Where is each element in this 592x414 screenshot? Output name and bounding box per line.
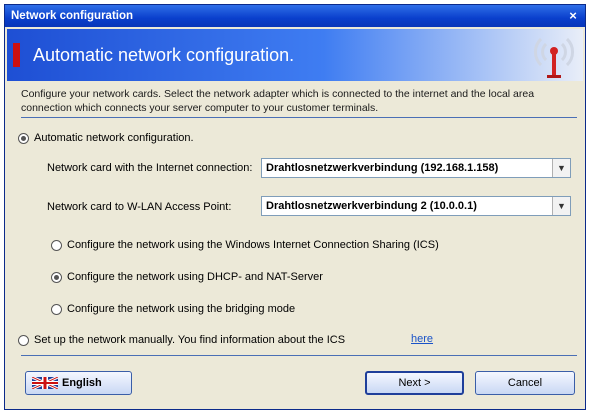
next-button[interactable]: Next > [365,371,464,395]
method-bridging-radio[interactable] [51,304,62,315]
description-text: Configure your network cards. Select the… [21,88,535,114]
auto-config-radio[interactable] [18,133,29,144]
manual-setup-radio[interactable] [18,335,29,346]
bottom-divider [21,355,577,356]
method-ics-radio[interactable] [51,240,62,251]
ics-info-link[interactable]: here [411,333,433,345]
title-bar[interactable]: Network configuration × [5,5,585,27]
banner-title: Automatic network configuration. [33,45,295,65]
antenna-icon [534,37,574,78]
cancel-button[interactable]: Cancel [475,371,575,395]
banner-accent-bar [13,43,20,67]
manual-setup-label: Set up the network manually. You find in… [34,334,346,346]
top-divider [21,117,577,118]
close-icon[interactable]: × [565,8,581,24]
internet-card-label: Network card with the Internet connectio… [47,162,253,174]
chevron-down-icon[interactable]: ▼ [552,159,570,177]
window-title: Network configuration [11,10,134,22]
header-banner: Automatic network configuration. [7,29,583,81]
internet-card-select[interactable]: Drahtlosnetzwerkverbindung (192.168.1.15… [261,158,571,178]
internet-card-value: Drahtlosnetzwerkverbindung (192.168.1.15… [266,162,499,174]
language-label: English [62,377,102,389]
wlan-card-select[interactable]: Drahtlosnetzwerkverbindung 2 (10.0.0.1) … [261,196,571,216]
uk-flag-icon [32,377,58,389]
chevron-down-icon[interactable]: ▼ [552,197,570,215]
language-button[interactable]: English [25,371,132,395]
wlan-card-value: Drahtlosnetzwerkverbindung 2 (10.0.0.1) [266,200,477,212]
method-dhcp-nat-label: Configure the network using DHCP- and NA… [67,271,323,283]
method-dhcp-nat-radio[interactable] [51,272,62,283]
wlan-card-label: Network card to W-LAN Access Point: [47,201,232,213]
method-ics-label: Configure the network using the Windows … [67,239,439,251]
method-bridging-label: Configure the network using the bridging… [67,303,296,315]
auto-config-label: Automatic network configuration. [34,132,194,144]
dialog-window: Network configuration × Automatic networ… [4,4,586,410]
